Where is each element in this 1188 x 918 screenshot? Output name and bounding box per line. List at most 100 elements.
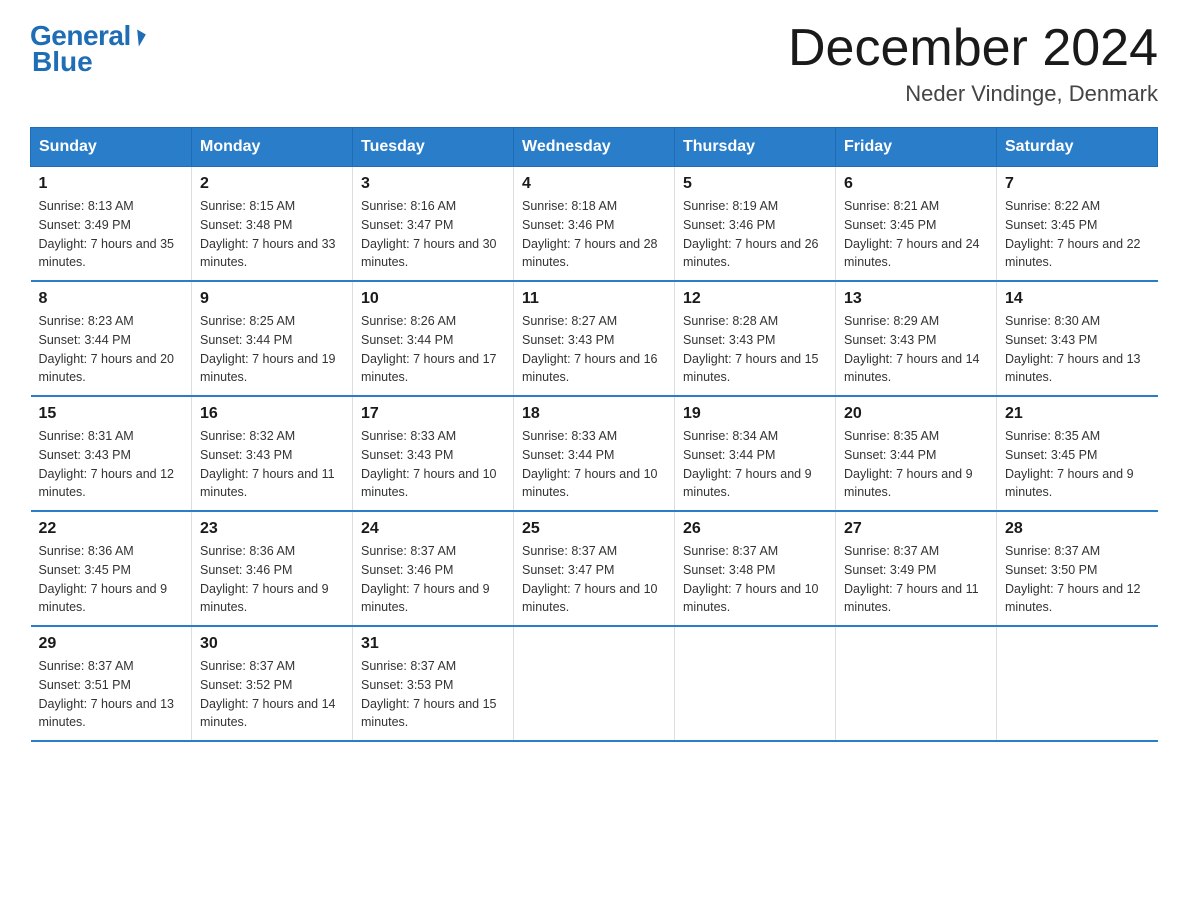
header-monday: Monday bbox=[192, 128, 353, 167]
logo: General Blue bbox=[30, 20, 143, 78]
table-row: 19Sunrise: 8:34 AMSunset: 3:44 PMDayligh… bbox=[675, 396, 836, 511]
day-info: Sunrise: 8:37 AMSunset: 3:49 PMDaylight:… bbox=[844, 542, 988, 617]
day-number: 22 bbox=[39, 520, 184, 538]
day-info: Sunrise: 8:29 AMSunset: 3:43 PMDaylight:… bbox=[844, 312, 988, 387]
header-wednesday: Wednesday bbox=[514, 128, 675, 167]
header-friday: Friday bbox=[836, 128, 997, 167]
table-row: 16 Sunrise: 8:32 AMSunset: 3:43 PMDayligh… bbox=[192, 396, 353, 511]
header-sunday: Sunday bbox=[31, 128, 192, 167]
day-number: 4 bbox=[522, 175, 666, 193]
day-number: 7 bbox=[1005, 175, 1150, 193]
header-tuesday: Tuesday bbox=[353, 128, 514, 167]
header-thursday: Thursday bbox=[675, 128, 836, 167]
calendar-week-row: 15 Sunrise: 8:31 AMSunset: 3:43 PMDayligh… bbox=[31, 396, 1158, 511]
day-info: Sunrise: 8:21 AMSunset: 3:45 PMDaylight:… bbox=[844, 197, 988, 272]
day-number: 2 bbox=[200, 175, 344, 193]
day-number: 3 bbox=[361, 175, 505, 193]
table-row: 12 Sunrise: 8:28 AMSunset: 3:43 PMDayligh… bbox=[675, 281, 836, 396]
table-row: 26 Sunrise: 8:37 AMSunset: 3:48 PMDayligh… bbox=[675, 511, 836, 626]
table-row: 13 Sunrise: 8:29 AMSunset: 3:43 PMDayligh… bbox=[836, 281, 997, 396]
table-row: 1 Sunrise: 8:13 AMSunset: 3:49 PMDaylight… bbox=[31, 167, 192, 282]
table-row: 24 Sunrise: 8:37 AMSunset: 3:46 PMDayligh… bbox=[353, 511, 514, 626]
day-number: 29 bbox=[39, 635, 184, 653]
day-number: 28 bbox=[1005, 520, 1150, 538]
day-info: Sunrise: 8:36 AMSunset: 3:45 PMDaylight:… bbox=[39, 542, 184, 617]
table-row: 4 Sunrise: 8:18 AMSunset: 3:46 PMDaylight… bbox=[514, 167, 675, 282]
day-number: 20 bbox=[844, 405, 988, 423]
calendar-header-row: Sunday Monday Tuesday Wednesday Thursday… bbox=[31, 128, 1158, 167]
table-row: 10 Sunrise: 8:26 AMSunset: 3:44 PMDayligh… bbox=[353, 281, 514, 396]
table-row: 29 Sunrise: 8:37 AMSunset: 3:51 PMDayligh… bbox=[31, 626, 192, 741]
calendar-week-row: 1 Sunrise: 8:13 AMSunset: 3:49 PMDaylight… bbox=[31, 167, 1158, 282]
day-info: Sunrise: 8:13 AMSunset: 3:49 PMDaylight:… bbox=[39, 197, 184, 272]
day-info: Sunrise: 8:35 AMSunset: 3:45 PMDaylight:… bbox=[1005, 427, 1150, 502]
day-info: Sunrise: 8:22 AMSunset: 3:45 PMDaylight:… bbox=[1005, 197, 1150, 272]
day-number: 31 bbox=[361, 635, 505, 653]
day-number: 30 bbox=[200, 635, 344, 653]
table-row bbox=[997, 626, 1158, 741]
day-info: Sunrise: 8:33 AMSunset: 3:43 PMDaylight:… bbox=[361, 427, 505, 502]
day-number: 12 bbox=[683, 290, 827, 308]
day-info: Sunrise: 8:36 AMSunset: 3:46 PMDaylight:… bbox=[200, 542, 344, 617]
day-number: 16 bbox=[200, 405, 344, 423]
calendar-week-row: 8 Sunrise: 8:23 AMSunset: 3:44 PMDaylight… bbox=[31, 281, 1158, 396]
day-info: Sunrise: 8:27 AMSunset: 3:43 PMDaylight:… bbox=[522, 312, 666, 387]
day-number: 21 bbox=[1005, 405, 1150, 423]
day-number: 27 bbox=[844, 520, 988, 538]
calendar-week-row: 22 Sunrise: 8:36 AMSunset: 3:45 PMDayligh… bbox=[31, 511, 1158, 626]
day-info: Sunrise: 8:37 AMSunset: 3:50 PMDaylight:… bbox=[1005, 542, 1150, 617]
day-info: Sunrise: 8:23 AMSunset: 3:44 PMDaylight:… bbox=[39, 312, 184, 387]
day-info: Sunrise: 8:19 AMSunset: 3:46 PMDaylight:… bbox=[683, 197, 827, 272]
month-title: December 2024 bbox=[788, 20, 1158, 77]
day-number: 26 bbox=[683, 520, 827, 538]
day-info: Sunrise: 8:37 AMSunset: 3:47 PMDaylight:… bbox=[522, 542, 666, 617]
day-info: Sunrise: 8:37 AMSunset: 3:53 PMDaylight:… bbox=[361, 657, 505, 732]
table-row: 8 Sunrise: 8:23 AMSunset: 3:44 PMDaylight… bbox=[31, 281, 192, 396]
day-info: Sunrise: 8:37 AMSunset: 3:48 PMDaylight:… bbox=[683, 542, 827, 617]
table-row: 23Sunrise: 8:36 AMSunset: 3:46 PMDayligh… bbox=[192, 511, 353, 626]
day-info: Sunrise: 8:25 AMSunset: 3:44 PMDaylight:… bbox=[200, 312, 344, 387]
day-info: Sunrise: 8:37 AMSunset: 3:51 PMDaylight:… bbox=[39, 657, 184, 732]
table-row: 6 Sunrise: 8:21 AMSunset: 3:45 PMDaylight… bbox=[836, 167, 997, 282]
day-number: 25 bbox=[522, 520, 666, 538]
day-info: Sunrise: 8:32 AMSunset: 3:43 PMDaylight:… bbox=[200, 427, 344, 502]
table-row: 30Sunrise: 8:37 AMSunset: 3:52 PMDayligh… bbox=[192, 626, 353, 741]
location-subtitle: Neder Vindinge, Denmark bbox=[788, 81, 1158, 107]
day-number: 8 bbox=[39, 290, 184, 308]
table-row: 28 Sunrise: 8:37 AMSunset: 3:50 PMDayligh… bbox=[997, 511, 1158, 626]
table-row: 11 Sunrise: 8:27 AMSunset: 3:43 PMDayligh… bbox=[514, 281, 675, 396]
table-row: 17 Sunrise: 8:33 AMSunset: 3:43 PMDayligh… bbox=[353, 396, 514, 511]
day-number: 1 bbox=[39, 175, 184, 193]
table-row: 22 Sunrise: 8:36 AMSunset: 3:45 PMDayligh… bbox=[31, 511, 192, 626]
day-info: Sunrise: 8:26 AMSunset: 3:44 PMDaylight:… bbox=[361, 312, 505, 387]
day-info: Sunrise: 8:37 AMSunset: 3:46 PMDaylight:… bbox=[361, 542, 505, 617]
table-row: 7 Sunrise: 8:22 AMSunset: 3:45 PMDaylight… bbox=[997, 167, 1158, 282]
day-info: Sunrise: 8:28 AMSunset: 3:43 PMDaylight:… bbox=[683, 312, 827, 387]
day-number: 14 bbox=[1005, 290, 1150, 308]
day-info: Sunrise: 8:18 AMSunset: 3:46 PMDaylight:… bbox=[522, 197, 666, 272]
day-info: Sunrise: 8:16 AMSunset: 3:47 PMDaylight:… bbox=[361, 197, 505, 272]
table-row: 5 Sunrise: 8:19 AMSunset: 3:46 PMDaylight… bbox=[675, 167, 836, 282]
day-number: 17 bbox=[361, 405, 505, 423]
table-row: 14 Sunrise: 8:30 AMSunset: 3:43 PMDayligh… bbox=[997, 281, 1158, 396]
day-number: 13 bbox=[844, 290, 988, 308]
header-saturday: Saturday bbox=[997, 128, 1158, 167]
table-row: 31 Sunrise: 8:37 AMSunset: 3:53 PMDayligh… bbox=[353, 626, 514, 741]
logo-blue-text: Blue bbox=[30, 46, 93, 78]
day-number: 24 bbox=[361, 520, 505, 538]
title-area: December 2024 Neder Vindinge, Denmark bbox=[788, 20, 1158, 107]
day-info: Sunrise: 8:31 AMSunset: 3:43 PMDaylight:… bbox=[39, 427, 184, 502]
table-row bbox=[514, 626, 675, 741]
day-info: Sunrise: 8:35 AMSunset: 3:44 PMDaylight:… bbox=[844, 427, 988, 502]
day-number: 11 bbox=[522, 290, 666, 308]
day-number: 19 bbox=[683, 405, 827, 423]
table-row: 21 Sunrise: 8:35 AMSunset: 3:45 PMDayligh… bbox=[997, 396, 1158, 511]
day-number: 10 bbox=[361, 290, 505, 308]
calendar-table: Sunday Monday Tuesday Wednesday Thursday… bbox=[30, 127, 1158, 742]
day-number: 6 bbox=[844, 175, 988, 193]
day-info: Sunrise: 8:30 AMSunset: 3:43 PMDaylight:… bbox=[1005, 312, 1150, 387]
table-row: 3 Sunrise: 8:16 AMSunset: 3:47 PMDaylight… bbox=[353, 167, 514, 282]
day-number: 15 bbox=[39, 405, 184, 423]
day-number: 9 bbox=[200, 290, 344, 308]
day-number: 5 bbox=[683, 175, 827, 193]
